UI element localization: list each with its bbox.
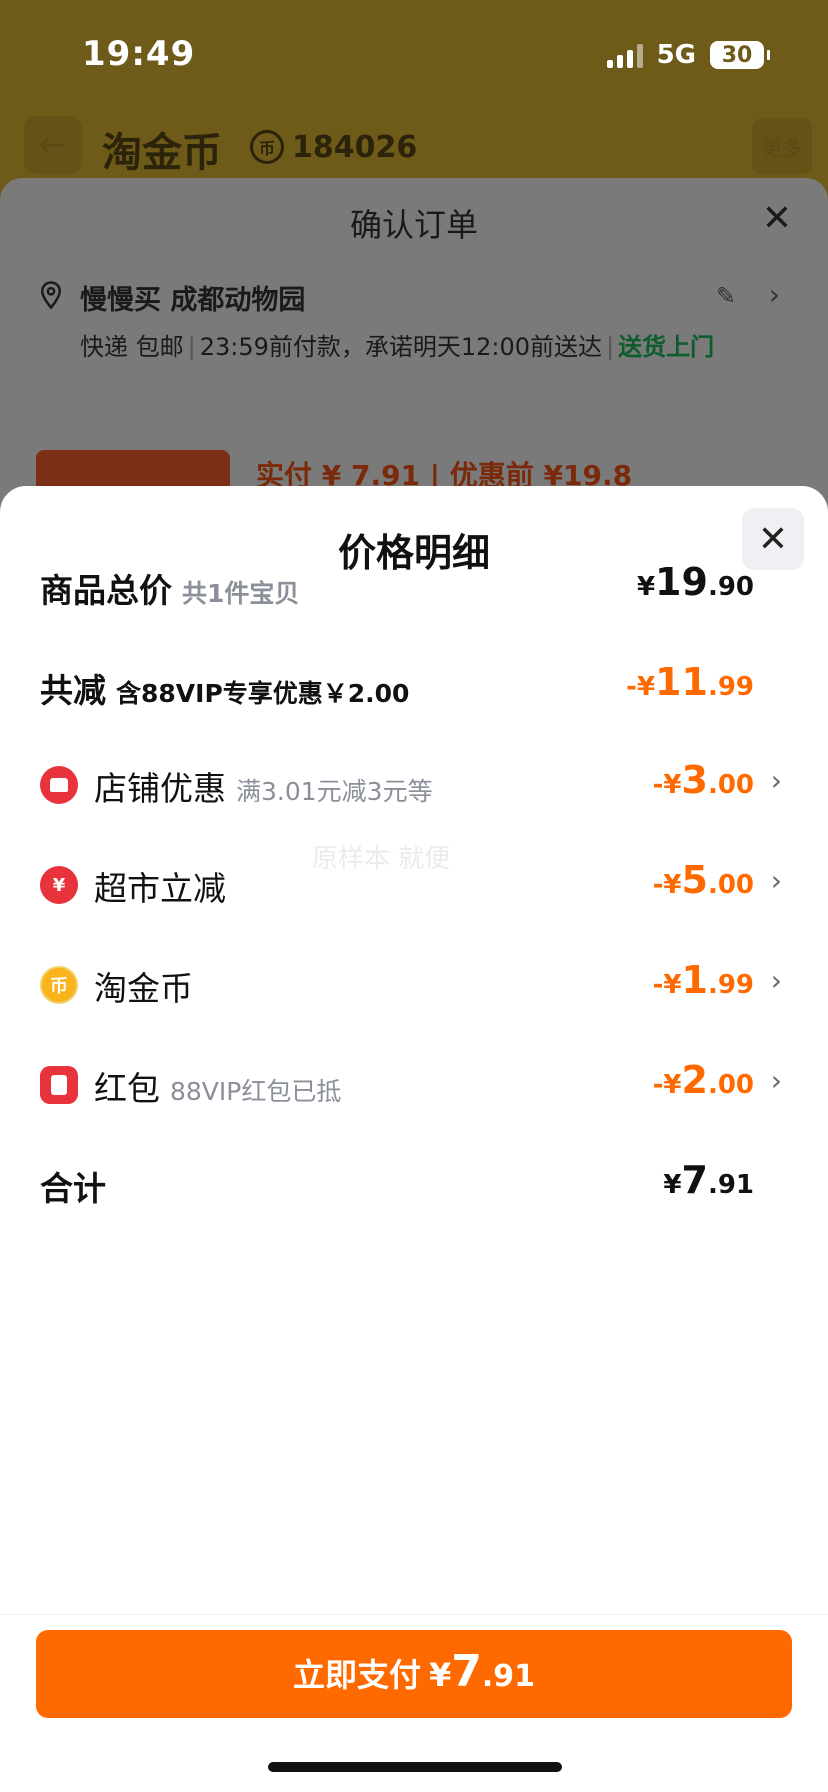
row-taojinbi[interactable]: 币 淘金币 -¥1.99 ›	[0, 954, 828, 1014]
row-sub: 满3.01元减3元等	[236, 777, 433, 806]
row-total-discount: 共减 含88VIP专享优惠￥2.00 -¥11.99	[0, 656, 828, 716]
pay-int: 7	[451, 1646, 482, 1697]
coin-icon: 币	[250, 130, 284, 164]
row-total-goods: 商品总价 共1件宝贝 ¥19.90	[0, 556, 828, 616]
close-icon: ✕	[757, 518, 789, 560]
chevron-right-icon[interactable]: ›	[769, 278, 780, 311]
watermark: 原样本 就便	[312, 844, 451, 874]
row-amount: ¥7.91	[663, 1158, 754, 1202]
page-title: 淘金币	[102, 130, 222, 176]
row-amount: -¥5.00	[652, 858, 754, 902]
status-time: 19:49	[82, 34, 196, 74]
confirm-order-title: 确认订单	[349, 206, 478, 244]
pay-now-button[interactable]: 立即支付 ¥ 7 .91	[36, 1630, 792, 1718]
price-detail-sheet: 价格明细 ✕ 商品总价 共1件宝贝 ¥19.90 共减 含88VIP专享优惠￥2.0…	[0, 486, 828, 1792]
row-amount: ¥19.90	[636, 560, 754, 604]
battery-tip	[767, 50, 770, 60]
row-sub: 88VIP红包已抵	[170, 1077, 342, 1106]
coin-count: 184026	[292, 130, 418, 165]
shop-icon	[40, 766, 78, 804]
battery-icon: 30	[710, 41, 764, 69]
chevron-right-icon: ›	[770, 964, 782, 997]
yuan-icon: ¥	[40, 866, 78, 904]
row-amount: -¥11.99	[626, 660, 754, 704]
row-grand-total: 合计 ¥7.91	[0, 1154, 828, 1214]
row-label: 淘金币	[94, 969, 193, 1008]
row-sub: 含88VIP专享优惠￥2.00	[116, 679, 410, 708]
chevron-right-icon: ›	[770, 864, 782, 897]
row-label: 共减 含88VIP专享优惠￥2.00	[40, 671, 410, 710]
chevron-right-icon: ›	[770, 764, 782, 797]
more-button[interactable]: 更多	[752, 118, 812, 174]
address-name[interactable]: 慢慢买 成都动物园	[80, 278, 305, 317]
network-label: 5G	[656, 40, 696, 70]
pay-dec: .91	[481, 1659, 536, 1694]
row-amount: -¥2.00	[652, 1058, 754, 1102]
chevron-right-icon: ›	[770, 1064, 782, 1097]
red-packet-icon	[40, 1066, 78, 1104]
row-label: 红包 88VIP红包已抵	[94, 1069, 342, 1108]
row-label: 超市立减	[94, 869, 226, 908]
row-label: 商品总价 共1件宝贝	[40, 571, 300, 610]
coin-icon: 币	[40, 966, 78, 1004]
delivery-deadline: 23:59前付款，承诺明天12:00前送达	[199, 333, 603, 361]
edit-icon[interactable]: ✎	[716, 282, 736, 310]
row-sub: 共1件宝贝	[182, 579, 300, 608]
pay-currency: ¥	[428, 1656, 452, 1694]
back-button[interactable]: ←	[24, 116, 82, 174]
home-indicator	[268, 1762, 562, 1772]
close-icon[interactable]: ✕	[762, 198, 792, 239]
row-label: 店铺优惠 满3.01元减3元等	[94, 769, 433, 808]
delivery-tag: 送货上门	[618, 333, 715, 361]
row-amount: -¥1.99	[652, 958, 754, 1002]
row-shop-discount[interactable]: 店铺优惠 满3.01元减3元等 -¥3.00 ›	[0, 754, 828, 814]
row-amount: -¥3.00	[652, 758, 754, 802]
divider	[0, 1614, 828, 1615]
status-bar: 19:49 5G 30	[0, 0, 828, 110]
signal-icon	[606, 42, 643, 68]
location-pin-icon	[40, 281, 62, 310]
row-red-packet[interactable]: 红包 88VIP红包已抵 -¥2.00 ›	[0, 1054, 828, 1114]
row-label: 合计	[40, 1169, 106, 1208]
status-right: 5G 30	[606, 40, 770, 70]
delivery-method: 快递 包邮	[80, 333, 184, 361]
arrow-left-icon: ←	[38, 125, 68, 165]
pay-label: 立即支付	[292, 1656, 421, 1694]
delivery-info: 快递 包邮 | 23:59前付款，承诺明天12:00前送达 | 送货上门	[80, 333, 715, 361]
